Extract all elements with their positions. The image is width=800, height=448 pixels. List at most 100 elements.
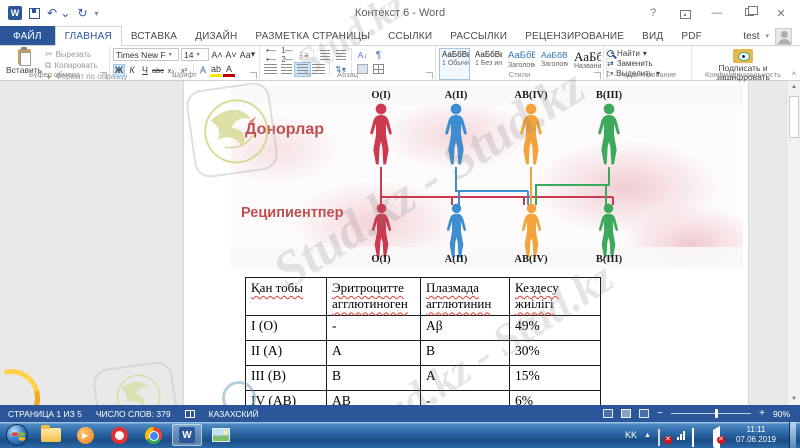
show-marks-button[interactable]: ¶ xyxy=(371,49,386,62)
tray-language[interactable]: KK xyxy=(625,430,637,440)
find-button[interactable]: Найти ▾ xyxy=(607,49,688,58)
vertical-scrollbar[interactable]: ▲ ▼ xyxy=(786,81,800,405)
start-button[interactable] xyxy=(6,424,28,446)
table-cell[interactable]: В xyxy=(420,340,510,366)
taskbar-media-player-icon[interactable]: ▶ xyxy=(70,424,100,446)
styles-dialog-launcher[interactable] xyxy=(594,72,601,79)
tab-file[interactable]: ФАЙЛ xyxy=(0,26,55,46)
zoom-slider-thumb[interactable] xyxy=(715,409,719,418)
table-row: I (O) - Aβ 49% xyxy=(245,315,601,341)
tab-review[interactable]: РЕЦЕНЗИРОВАНИЕ xyxy=(516,26,633,46)
grow-font-button[interactable]: А˄ xyxy=(211,48,223,61)
table-cell[interactable]: II (A) xyxy=(245,340,327,366)
read-mode-icon[interactable] xyxy=(603,409,614,418)
tab-references[interactable]: ССЫЛКИ xyxy=(379,26,441,46)
table-cell[interactable]: - xyxy=(420,390,510,405)
table-cell[interactable]: IV (AB) xyxy=(245,390,327,405)
close-button[interactable]: ✕ xyxy=(772,7,790,20)
group-clipboard: Вставить ✂ Вырезать ⧉ Копировать ✦ Формат п… xyxy=(0,46,127,82)
shrink-font-button[interactable]: А˅ xyxy=(225,48,237,61)
decrease-indent-button[interactable] xyxy=(317,49,332,62)
qat-customize-icon[interactable]: ▾ xyxy=(95,9,99,18)
table-cell[interactable]: 30% xyxy=(509,340,601,366)
zoom-in-icon[interactable]: + xyxy=(759,408,765,419)
zoom-level[interactable]: 90% xyxy=(773,409,790,419)
header-frequency[interactable]: Кездесу жиілігі xyxy=(509,277,601,316)
collapse-ribbon-icon[interactable]: ˄ xyxy=(792,71,796,78)
language-indicator[interactable]: КАЗАХСКИЙ xyxy=(209,409,259,419)
clipboard-dialog-launcher[interactable] xyxy=(100,72,107,79)
save-icon[interactable] xyxy=(29,7,40,19)
paragraph-dialog-launcher[interactable] xyxy=(426,72,433,79)
page-indicator[interactable]: СТРАНИЦА 1 ИЗ 5 xyxy=(8,409,82,419)
ribbon-display-options-button[interactable]: ▴ xyxy=(676,7,694,19)
word-count[interactable]: ЧИСЛО СЛОВ: 379 xyxy=(96,409,171,419)
taskbar-clock[interactable]: 11:11 07.06.2019 xyxy=(730,425,782,445)
zoom-slider[interactable] xyxy=(671,409,752,418)
table-cell[interactable]: III (B) xyxy=(245,365,327,391)
scroll-down-icon[interactable]: ▼ xyxy=(787,393,800,405)
tab-design[interactable]: ДИЗАЙН xyxy=(186,26,246,46)
header-erythrocyte[interactable]: Эритроцитте агглютиноген xyxy=(326,277,421,316)
tab-mailings[interactable]: РАССЫЛКИ xyxy=(441,26,516,46)
table-cell[interactable]: 49% xyxy=(509,315,601,341)
header-blood-group[interactable]: Қан тобы xyxy=(245,277,327,316)
multilevel-list-button[interactable]: ⋮≡ xyxy=(295,49,310,62)
tab-layout[interactable]: РАЗМЕТКА СТРАНИЦЫ xyxy=(246,26,379,46)
table-cell[interactable]: В xyxy=(326,365,421,391)
increase-indent-button[interactable] xyxy=(333,49,348,62)
tray-expand-icon[interactable]: ▲ xyxy=(644,432,651,439)
show-desktop-button[interactable] xyxy=(789,422,796,448)
redo-icon[interactable]: ↻ xyxy=(77,7,87,19)
table-cell[interactable]: 6% xyxy=(509,390,601,405)
document-page[interactable]: O(I) A(II) AB(IV) B(III) Донорлар Реципи… xyxy=(183,81,749,405)
clipboard-tray-icon[interactable] xyxy=(691,428,704,447)
volume-muted-icon[interactable] xyxy=(711,426,725,448)
recipient-type-o-label: O(I) xyxy=(371,254,391,265)
numbering-button[interactable]: 1— 2— xyxy=(279,46,294,64)
minimize-button[interactable]: — xyxy=(708,7,726,19)
taskbar-chrome-icon[interactable] xyxy=(138,424,168,446)
recipient-figure-b xyxy=(598,203,619,258)
font-size-select[interactable]: 14 ▾ xyxy=(181,48,209,61)
undo-icon[interactable]: ↶ ⌄ xyxy=(47,7,70,19)
table-cell[interactable]: - xyxy=(326,315,421,341)
tab-view[interactable]: ВИД xyxy=(633,26,672,46)
taskbar-word-icon[interactable]: W xyxy=(172,424,202,446)
tab-pdf[interactable]: PDF xyxy=(672,26,711,46)
taskbar-explorer-icon[interactable] xyxy=(36,424,66,446)
table-cell[interactable]: АВ xyxy=(326,390,421,405)
tab-insert[interactable]: ВСТАВКА xyxy=(122,26,186,46)
replace-icon: ⇄ xyxy=(607,59,614,68)
tab-home[interactable]: ГЛАВНАЯ xyxy=(54,26,122,46)
header-plasma[interactable]: Плазмада агглютинин xyxy=(420,277,510,316)
account-area[interactable]: test ▾ xyxy=(743,26,800,46)
print-layout-icon[interactable] xyxy=(621,409,632,418)
action-center-icon[interactable] xyxy=(657,429,672,446)
blood-type-diagram-image[interactable]: O(I) A(II) AB(IV) B(III) Донорлар Реципи… xyxy=(231,85,743,269)
bullets-button[interactable]: •— •— xyxy=(263,46,278,64)
ribbon-tabs: ФАЙЛ ГЛАВНАЯ ВСТАВКА ДИЗАЙН РАЗМЕТКА СТР… xyxy=(0,26,800,46)
table-cell[interactable]: Aβ xyxy=(420,315,510,341)
ribbon: Вставить ✂ Вырезать ⧉ Копировать ✦ Формат п… xyxy=(0,45,800,82)
taskbar-photos-icon[interactable] xyxy=(206,424,236,446)
taskbar-opera-icon[interactable] xyxy=(104,424,134,446)
network-icon[interactable] xyxy=(676,430,685,440)
help-button[interactable]: ? xyxy=(644,7,662,19)
scrollbar-thumb[interactable] xyxy=(789,96,799,138)
table-cell[interactable]: А xyxy=(420,365,510,391)
font-dialog-launcher[interactable] xyxy=(250,72,257,79)
sort-button[interactable]: А↓ xyxy=(355,49,370,62)
web-layout-icon[interactable] xyxy=(639,409,650,418)
table-cell[interactable]: 15% xyxy=(509,365,601,391)
proofing-icon[interactable] xyxy=(184,409,195,418)
change-case-button[interactable]: Аа ▾ xyxy=(239,48,256,61)
font-family-select[interactable]: Times New F ▾ xyxy=(113,48,179,61)
scissors-icon: ✂ xyxy=(45,49,53,59)
table-cell[interactable]: А xyxy=(326,340,421,366)
table-cell[interactable]: I (O) xyxy=(245,315,327,341)
zoom-out-icon[interactable]: − xyxy=(657,408,663,419)
replace-button[interactable]: ⇄ Заменить xyxy=(607,59,688,68)
word-app-icon[interactable]: W xyxy=(8,6,22,20)
restore-button[interactable] xyxy=(740,6,758,19)
